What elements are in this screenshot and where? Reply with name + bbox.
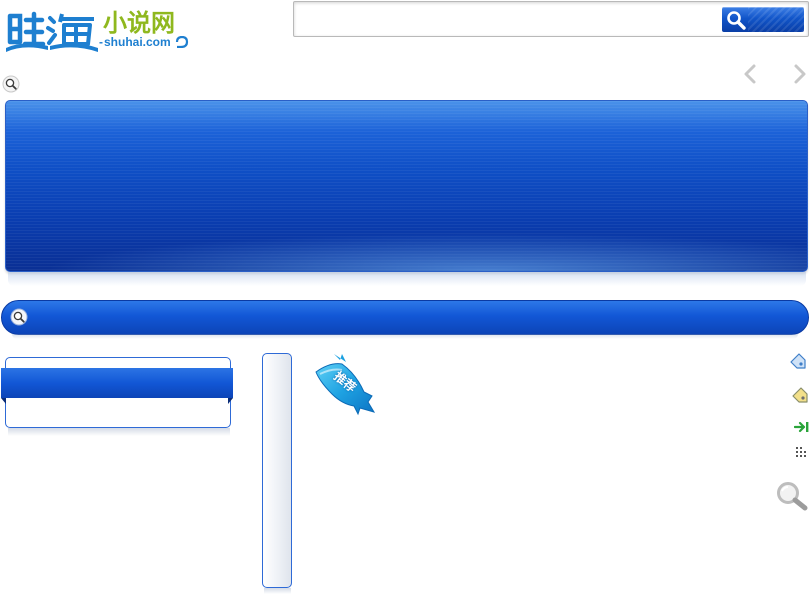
search-box <box>293 1 809 37</box>
magnifier-icon <box>2 75 20 93</box>
logo-chinese-text: 小说网 <box>103 9 175 37</box>
sidebar-panel-header <box>1 368 233 404</box>
chevron-right-icon[interactable] <box>790 62 810 86</box>
banner-reflection <box>8 272 806 286</box>
magnifier-icon[interactable] <box>10 308 28 326</box>
search-input[interactable] <box>300 8 720 30</box>
search-button[interactable] <box>722 7 804 32</box>
search-icon[interactable] <box>776 481 808 511</box>
button-texture <box>748 7 804 32</box>
swirl-icon <box>175 36 189 48</box>
panel-shadow <box>8 428 230 436</box>
panel-shadow <box>264 588 291 594</box>
book-logo-icon <box>6 11 98 52</box>
vertical-scroll-panel[interactable] <box>262 353 292 588</box>
site-logo[interactable]: 小说网 shuhai.com <box>4 8 190 52</box>
chevron-left-icon[interactable] <box>740 62 760 86</box>
navigation-bar <box>1 300 809 339</box>
logo-domain-text: shuhai.com <box>99 35 171 49</box>
tag-icon <box>790 353 806 369</box>
hero-banner[interactable] <box>5 100 808 272</box>
search-icon <box>727 11 746 30</box>
tag-icon <box>792 387 808 403</box>
grid-icon <box>796 447 806 457</box>
arrow-right-icon <box>794 421 809 433</box>
